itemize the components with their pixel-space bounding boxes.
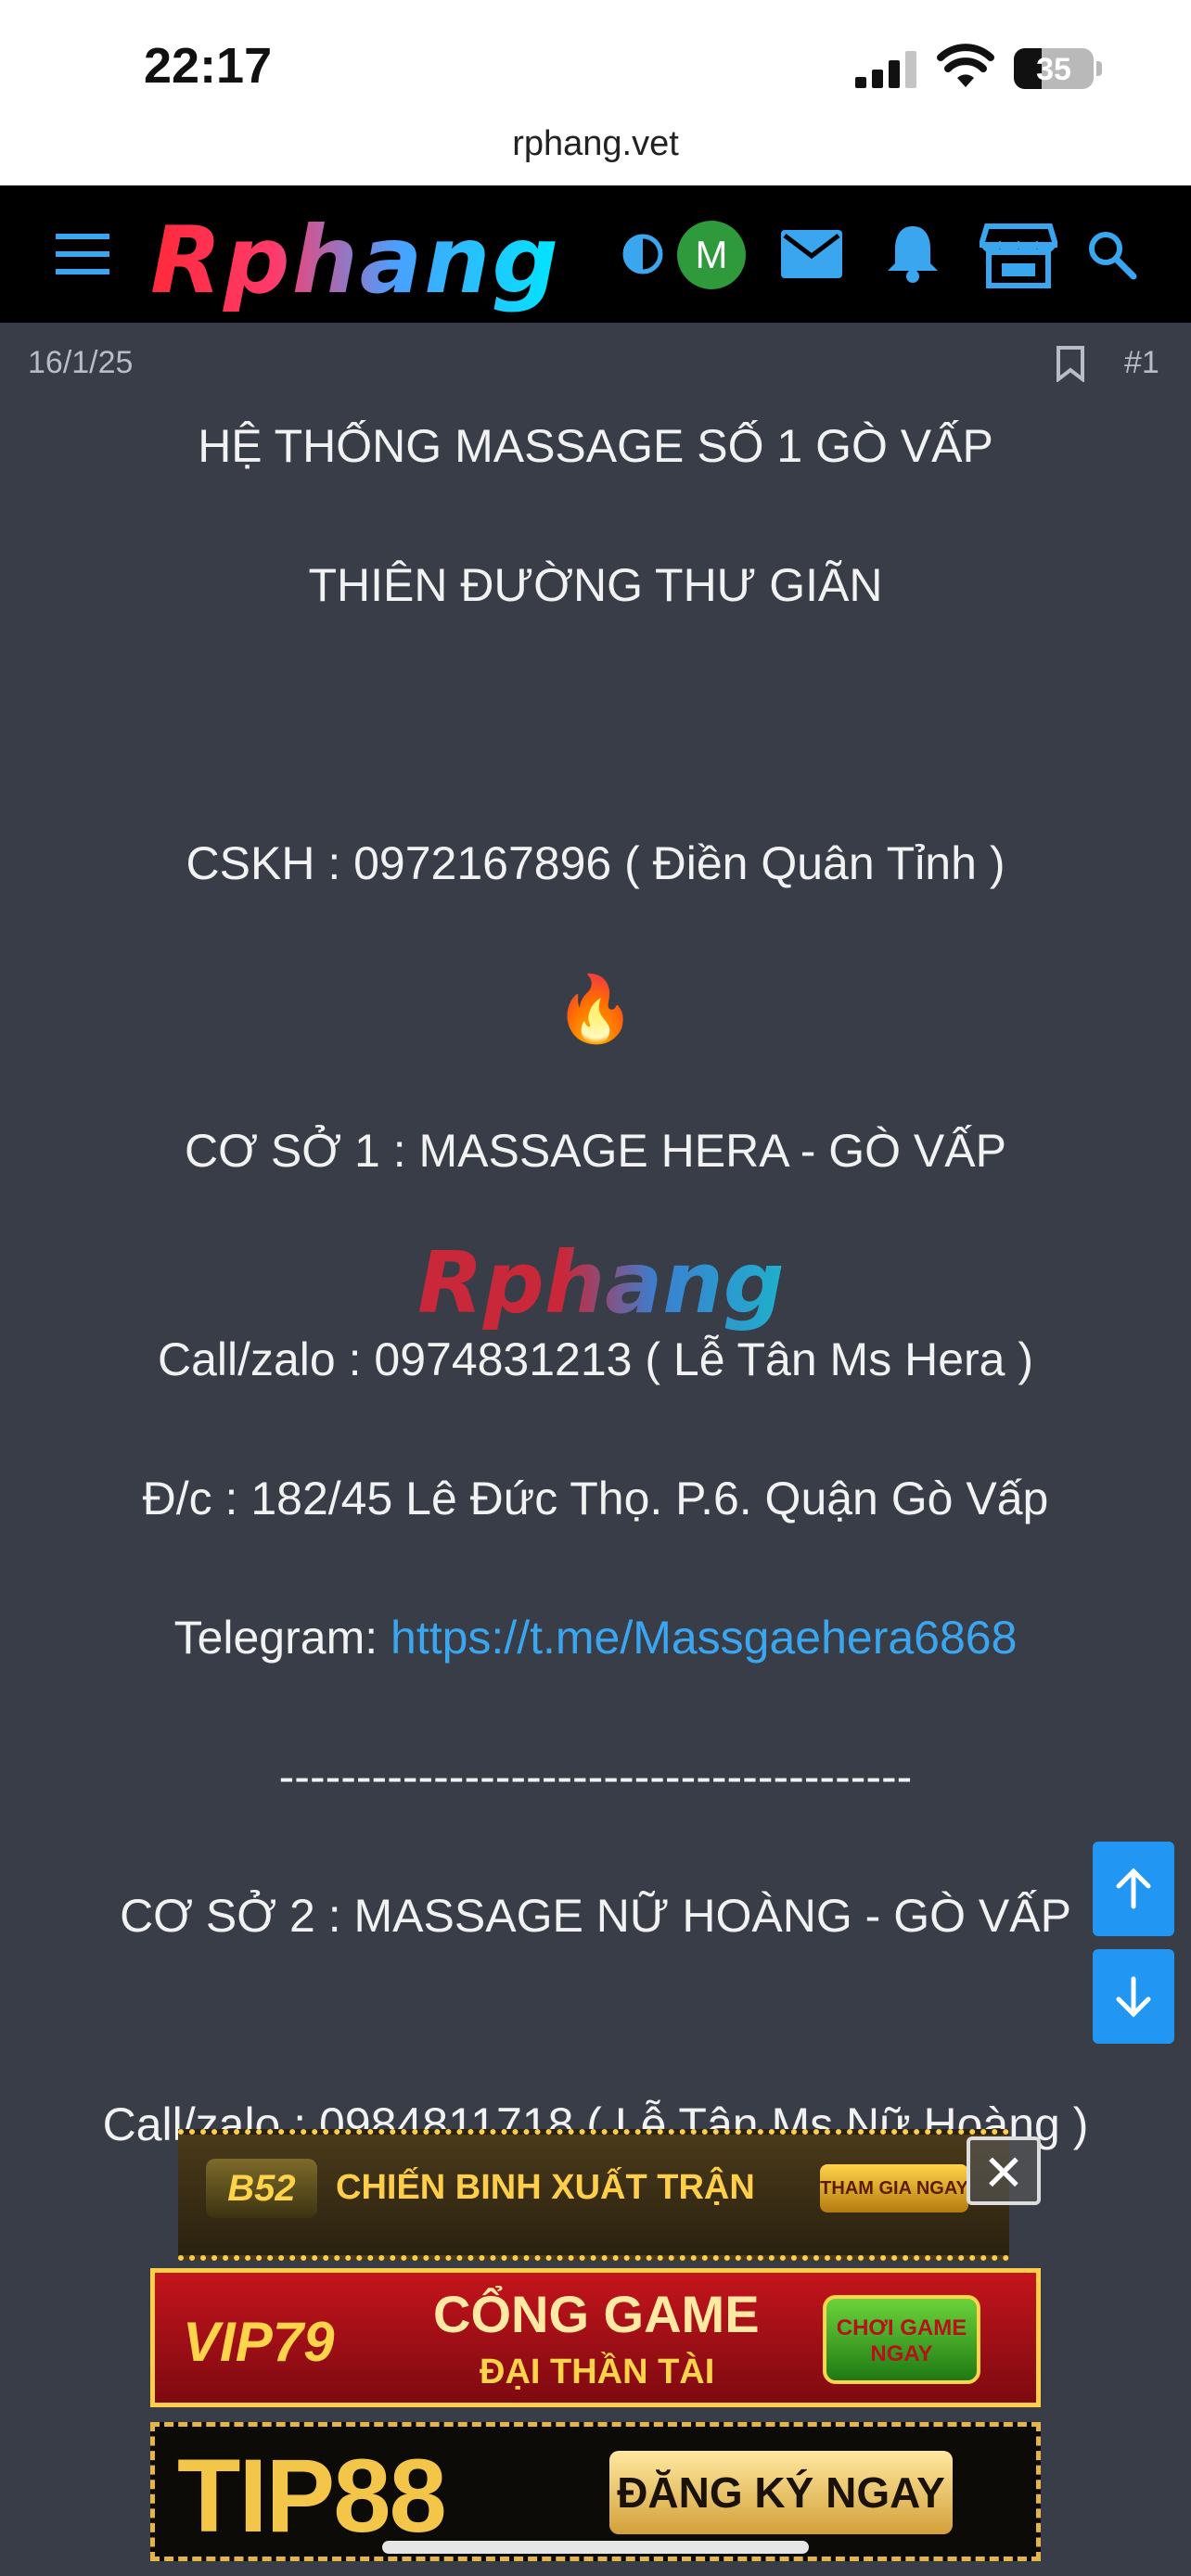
address-bar-url[interactable]: rphang.vet [0, 124, 1191, 164]
status-bar: 22:17 35 rphang.vet [0, 0, 1191, 185]
avatar[interactable]: M [677, 221, 746, 289]
theme-toggle-icon[interactable] [621, 233, 664, 275]
ad-cta-button[interactable]: THAM GIA NGAY [820, 2164, 968, 2213]
menu-icon[interactable] [56, 234, 109, 274]
branch2-name: CƠ SỞ 2 : MASSAGE NỮ HOÀNG - GÒ VẤP [120, 1890, 1071, 1942]
register-button[interactable]: ĐĂNG KÝ NGAY [609, 2451, 953, 2534]
home-indicator[interactable] [382, 2541, 809, 2554]
ad-subheadline: ĐẠI THẦN TÀI [480, 2353, 715, 2391]
store-icon[interactable] [980, 223, 1057, 289]
arrow-down-icon [1116, 1976, 1151, 2018]
battery-percent: 35 [1036, 52, 1071, 87]
fire-emoji: 🔥 [555, 973, 636, 1045]
ad-brand-vip79: VIP79 [183, 2311, 335, 2373]
branch1-telegram: Telegram: https://t.me/Massgaehera6868 [0, 1611, 1191, 1664]
scroll-top-button[interactable] [1093, 1842, 1174, 1936]
wifi-icon [937, 44, 994, 87]
clock: 22:17 [144, 38, 273, 94]
post-subtitle: THIÊN ĐƯỜNG THƯ GIÃN [308, 559, 883, 611]
ad-headline-cong-game: CỔNG GAME [433, 2285, 760, 2343]
ad-brand-b52: B52 [206, 2159, 317, 2218]
cellular-signal-icon [855, 51, 920, 88]
branch1-name: CƠ SỞ 1 : MASSAGE HERA - GÒ VẤP [185, 1125, 1006, 1177]
telegram-link[interactable]: https://t.me/Massgaehera6868 [391, 1612, 1017, 1664]
battery-icon: 35 [1014, 48, 1094, 89]
search-icon[interactable] [1085, 228, 1137, 280]
branch1-address: Đ/c : 182/45 Lê Đức Thọ. P.6. Quận Gò Vấ… [142, 1473, 1049, 1524]
arrow-up-icon [1116, 1868, 1151, 1909]
cskh-line: CSKH : 0972167896 ( Điền Quân Tỉnh ) [186, 837, 1005, 889]
ad-banner-vip79[interactable]: VIP79 CỔNG GAME ĐẠI THẦN TÀI CHƠI GAME N… [150, 2268, 1041, 2407]
post-number[interactable]: #1 [1124, 345, 1159, 381]
bell-icon[interactable] [886, 223, 940, 284]
ad-headline: CHIẾN BINH XUẤT TRẬN [336, 2168, 755, 2207]
scroll-bottom-button[interactable] [1093, 1949, 1174, 2044]
battery-tip [1096, 61, 1102, 76]
ad-cta-button[interactable]: CHƠI GAME NGAY [823, 2295, 980, 2384]
post-title: HỆ THỐNG MASSAGE SỐ 1 GÒ VẤP [198, 420, 993, 472]
ad-brand-tip88: TIP88 [177, 2438, 447, 2554]
site-logo[interactable]: Rphang [150, 206, 560, 314]
close-ad-button[interactable]: ✕ [967, 2136, 1041, 2205]
rphang-watermark: Rphang [417, 1233, 785, 1333]
divider-line: ----------------------------------------… [278, 1751, 913, 1803]
bookmark-icon[interactable] [1056, 345, 1085, 382]
ad-banner-b52[interactable]: B52 CHIẾN BINH XUẤT TRẬN THAM GIA NGAY [178, 2129, 1009, 2261]
post-date[interactable]: 16/1/25 [28, 345, 133, 381]
branch1-call: Call/zalo : 0974831213 ( Lễ Tân Ms Hera … [157, 1333, 1034, 1385]
mail-icon[interactable] [781, 230, 842, 278]
telegram-label: Telegram: [173, 1612, 391, 1664]
